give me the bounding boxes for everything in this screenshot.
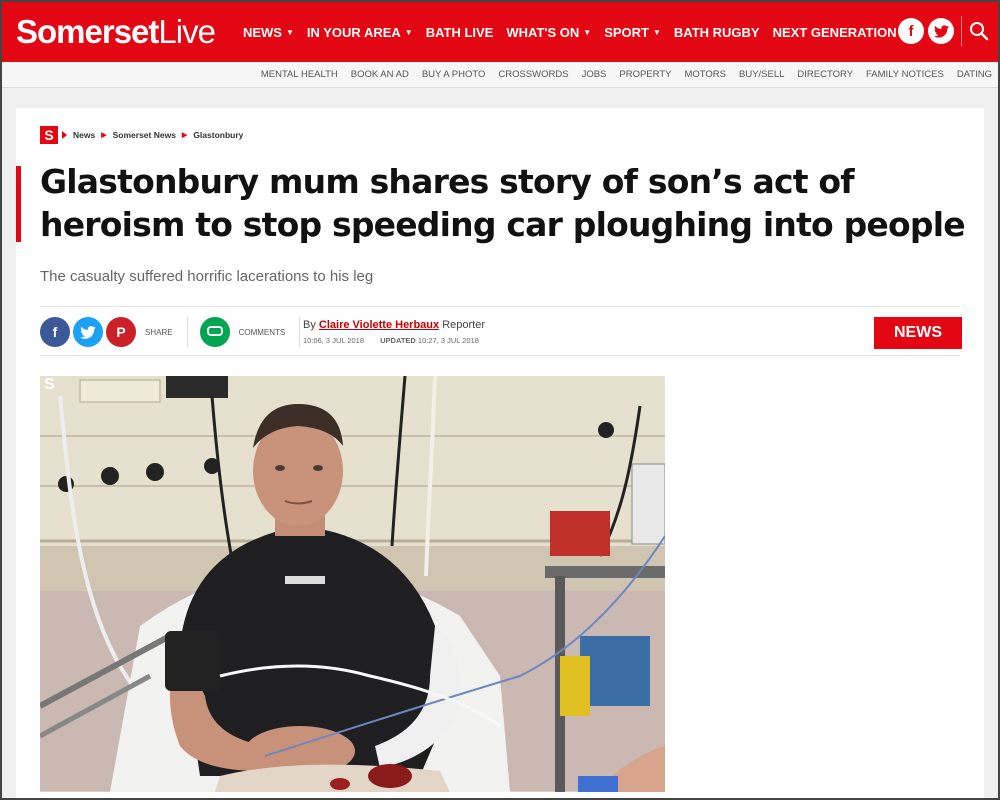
comments-link[interactable]: COMMENTS [239, 328, 286, 337]
updated-label: UPDATED [380, 336, 416, 345]
author-role: Reporter [442, 319, 485, 331]
site-logo[interactable]: SomersetLive [16, 13, 216, 51]
subnav-dating[interactable]: DATING [957, 69, 992, 80]
facebook-share-icon[interactable]: f [40, 317, 70, 347]
twitter-share-icon[interactable] [73, 317, 103, 347]
article-meta: f P SHARE COMMENTS By Claire Violette He… [40, 306, 962, 356]
author-link[interactable]: Claire Violette Herbaux [319, 319, 439, 331]
breadcrumb-somerset-news[interactable]: Somerset News [113, 130, 176, 140]
subnav-crosswords[interactable]: CROSSWORDS [498, 69, 568, 80]
nav-bath-live[interactable]: BATH LIVE [426, 25, 494, 40]
main-menu: NEWS ▼ IN YOUR AREA ▼ BATH LIVE WHAT'S ON ▼… [243, 25, 910, 40]
pinterest-share-icon[interactable]: P [106, 317, 136, 347]
secondary-navigation: MENTAL HEALTH BOOK AN AD BUY A PHOTO CRO… [2, 62, 998, 88]
article-photo[interactable]: S [40, 376, 665, 792]
photo-badge: S [44, 376, 55, 393]
nav-next-generation[interactable]: NEXT GENERATION [773, 25, 897, 40]
published-time: 10:06, 3 JUL 2018 [303, 336, 365, 345]
byline: By Claire Violette Herbaux Reporter 10:0… [303, 319, 485, 345]
category-tag[interactable]: NEWS [874, 317, 962, 349]
breadcrumb: S News ▶ Somerset News ▶ Glastonbury [40, 126, 243, 144]
chevron-down-icon: ▼ [404, 27, 413, 37]
subnav-book-an-ad[interactable]: BOOK AN AD [351, 69, 409, 80]
byline-prefix: By [303, 319, 316, 331]
subnav-directory[interactable]: DIRECTORY [797, 69, 853, 80]
nav-bath-rugby[interactable]: BATH RUGBY [674, 25, 760, 40]
nav-in-your-area[interactable]: IN YOUR AREA ▼ [307, 25, 413, 40]
breadcrumb-glastonbury[interactable]: Glastonbury [193, 130, 243, 140]
comments-icon[interactable] [199, 317, 230, 347]
nav-sport[interactable]: SPORT ▼ [604, 25, 661, 40]
chevron-down-icon: ▼ [652, 27, 661, 37]
section-badge: S [40, 126, 58, 144]
subnav-property[interactable]: PROPERTY [619, 69, 671, 80]
article-standfirst: The casualty suffered horrific laceratio… [40, 268, 374, 285]
article-headline: Glastonbury mum shares story of son’s ac… [40, 162, 966, 244]
subnav-mental-health[interactable]: MENTAL HEALTH [261, 69, 338, 80]
chevron-down-icon: ▼ [583, 27, 592, 37]
nav-divider [961, 16, 962, 46]
updated-time: 10:27, 3 JUL 2018 [417, 336, 479, 345]
facebook-icon[interactable]: f [898, 18, 924, 44]
meta-divider [186, 317, 188, 347]
subnav-buy-sell[interactable]: BUY/SELL [739, 69, 784, 80]
nav-whats-on[interactable]: WHAT'S ON ▼ [506, 25, 591, 40]
nav-news[interactable]: NEWS ▼ [243, 25, 294, 40]
meta-divider [299, 317, 301, 347]
chevron-down-icon: ▼ [285, 27, 294, 37]
subnav-motors[interactable]: MOTORS [684, 69, 726, 80]
search-icon[interactable] [968, 20, 990, 42]
article-container: S News ▶ Somerset News ▶ Glastonbury Gla… [16, 108, 984, 798]
social-links: f [894, 18, 954, 44]
breadcrumb-news[interactable]: News [73, 130, 95, 140]
subnav-family-notices[interactable]: FAMILY NOTICES [866, 69, 944, 80]
headline-accent-bar [16, 166, 21, 242]
twitter-icon[interactable] [928, 18, 954, 44]
share-bar: f P SHARE COMMENTS [40, 317, 312, 347]
top-navigation: SomersetLive NEWS ▼ IN YOUR AREA ▼ BATH LI… [2, 2, 998, 62]
subnav-buy-a-photo[interactable]: BUY A PHOTO [422, 69, 486, 80]
subnav-jobs[interactable]: JOBS [582, 69, 607, 80]
share-label: SHARE [145, 327, 173, 337]
chevron-right-icon: ▶ [101, 132, 107, 139]
badge-arrow-icon [62, 131, 67, 139]
chevron-right-icon: ▶ [181, 132, 188, 139]
